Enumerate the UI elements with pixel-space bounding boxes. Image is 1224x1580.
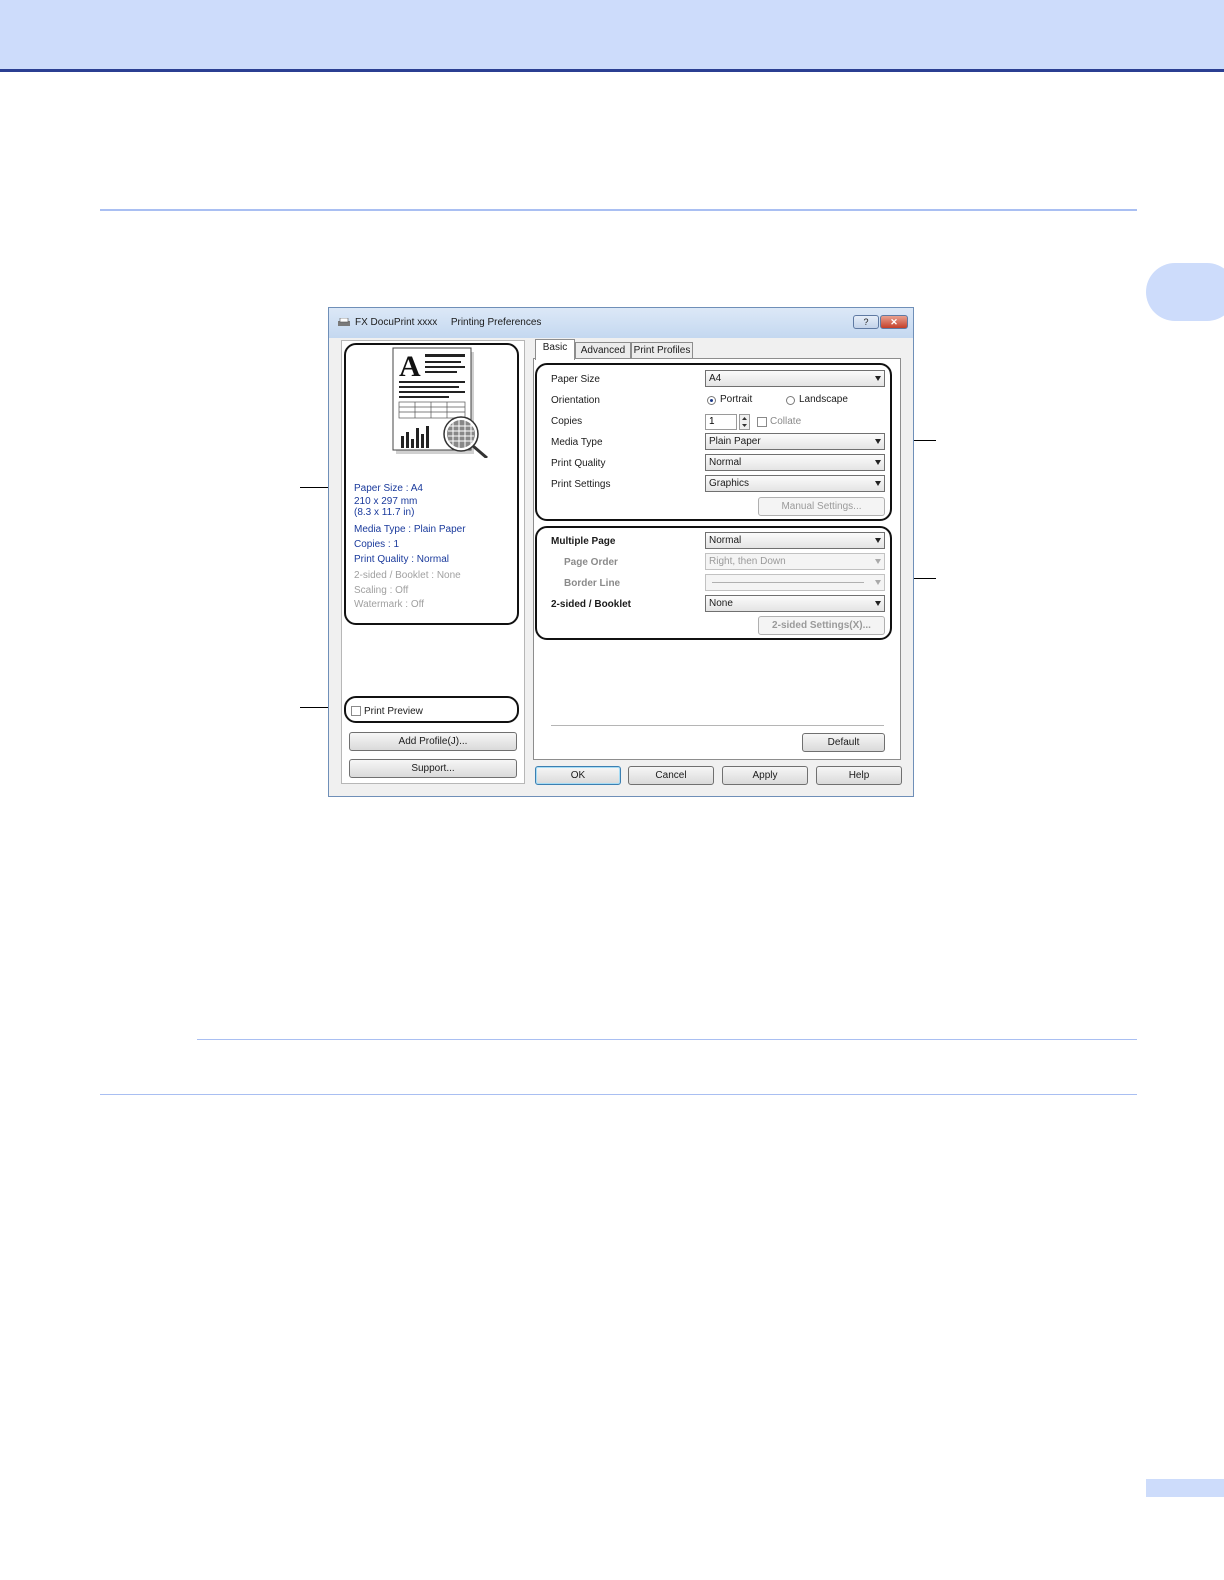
copies-input[interactable]: 1: [705, 414, 737, 430]
note-rule: [197, 1039, 1137, 1040]
collate-label[interactable]: Collate: [770, 416, 801, 427]
landscape-radio[interactable]: [786, 396, 795, 405]
chevron-down-icon: [875, 439, 881, 444]
paper-size-label: Paper Size: [551, 374, 600, 385]
border-line-sample: [712, 582, 864, 583]
print-preview-checkbox[interactable]: [351, 706, 361, 716]
cancel-button[interactable]: Cancel: [628, 766, 714, 785]
chevron-down-icon: [875, 538, 881, 543]
page-order-value: Right, then Down: [709, 556, 786, 567]
print-settings-select[interactable]: Graphics: [705, 475, 885, 492]
info-size-mm: 210 x 297 mm: [354, 496, 418, 507]
media-type-value: Plain Paper: [709, 436, 761, 447]
two-sided-value: None: [709, 598, 733, 609]
title-bar[interactable]: FX DocuPrint xxxx Printing Preferences ?…: [329, 308, 913, 338]
print-settings-label: Print Settings: [551, 479, 611, 490]
ok-button[interactable]: OK: [535, 766, 621, 785]
page-preview-image: A: [392, 347, 488, 458]
apply-button[interactable]: Apply: [722, 766, 808, 785]
chapter-tab: [1146, 263, 1224, 321]
border-line-select[interactable]: [705, 574, 885, 591]
default-button[interactable]: Default: [802, 733, 885, 752]
info-size-in: (8.3 x 11.7 in): [354, 507, 415, 518]
info-print-quality: Print Quality : Normal: [354, 554, 450, 565]
print-settings-value: Graphics: [709, 478, 750, 489]
window-title: FX DocuPrint xxxx Printing Preferences: [355, 317, 541, 328]
paper-size-select[interactable]: A4: [705, 370, 885, 387]
landscape-label[interactable]: Landscape: [799, 394, 848, 405]
page-order-select[interactable]: Right, then Down: [705, 553, 885, 570]
help-button[interactable]: Help: [816, 766, 902, 785]
two-sided-select[interactable]: None: [705, 595, 885, 612]
collate-checkbox[interactable]: [757, 417, 767, 427]
tab-print-profiles[interactable]: Print Profiles: [631, 342, 693, 359]
info-copies: Copies : 1: [354, 539, 400, 550]
info-paper-size: Paper Size : A4: [354, 483, 423, 494]
multiple-page-value: Normal: [709, 535, 742, 546]
info-media-type: Media Type : Plain Paper: [354, 524, 466, 535]
print-quality-value: Normal: [709, 457, 742, 468]
chevron-down-icon: [875, 376, 881, 381]
header-band: [0, 0, 1224, 72]
copies-spinner[interactable]: [739, 414, 750, 430]
chevron-down-icon: [875, 580, 881, 585]
app-name: FX DocuPrint xxxx: [355, 317, 438, 328]
chevron-down-icon: [875, 559, 881, 564]
panel-divider: [551, 725, 884, 726]
border-line-label: Border Line: [564, 578, 621, 589]
chevron-down-icon: [875, 601, 881, 606]
portrait-radio[interactable]: [707, 396, 716, 405]
svg-text:A: A: [399, 350, 421, 383]
orientation-label: Orientation: [551, 395, 600, 406]
two-sided-settings-button[interactable]: 2-sided Settings(X)...: [758, 616, 885, 635]
media-type-select[interactable]: Plain Paper: [705, 433, 885, 450]
tab-advanced[interactable]: Advanced: [575, 342, 631, 359]
bottom-rule: [100, 1094, 1137, 1095]
two-sided-label: 2-sided / Booklet: [551, 599, 632, 610]
page-order-label: Page Order: [564, 557, 618, 568]
manual-settings-button[interactable]: Manual Settings...: [758, 497, 885, 516]
spinner-arrows-icon: [742, 417, 747, 427]
dialog-title: Printing Preferences: [450, 317, 542, 328]
printer-icon: [338, 318, 350, 326]
multiple-page-select[interactable]: Normal: [705, 532, 885, 549]
info-scaling: Scaling : Off: [354, 585, 409, 596]
portrait-label[interactable]: Portrait: [720, 394, 752, 405]
print-quality-label: Print Quality: [551, 458, 606, 469]
top-rule: [100, 209, 1137, 211]
multiple-page-label: Multiple Page: [551, 536, 616, 547]
info-two-sided: 2-sided / Booklet : None: [354, 570, 461, 581]
media-type-label: Media Type: [551, 437, 603, 448]
print-preview-label[interactable]: Print Preview: [364, 706, 423, 717]
printing-preferences-dialog: FX DocuPrint xxxx Printing Preferences ?…: [328, 307, 914, 797]
chevron-down-icon: [875, 481, 881, 486]
tab-basic[interactable]: Basic: [535, 339, 575, 360]
close-button[interactable]: ✕: [880, 315, 908, 329]
help-title-button[interactable]: ?: [853, 315, 879, 329]
print-quality-select[interactable]: Normal: [705, 454, 885, 471]
add-profile-button[interactable]: Add Profile(J)...: [349, 732, 517, 751]
support-button[interactable]: Support...: [349, 759, 517, 778]
info-watermark: Watermark : Off: [354, 599, 425, 610]
page-number-tab: [1146, 1479, 1224, 1497]
chevron-down-icon: [875, 460, 881, 465]
paper-size-value: A4: [709, 373, 722, 384]
copies-label: Copies: [551, 416, 583, 427]
